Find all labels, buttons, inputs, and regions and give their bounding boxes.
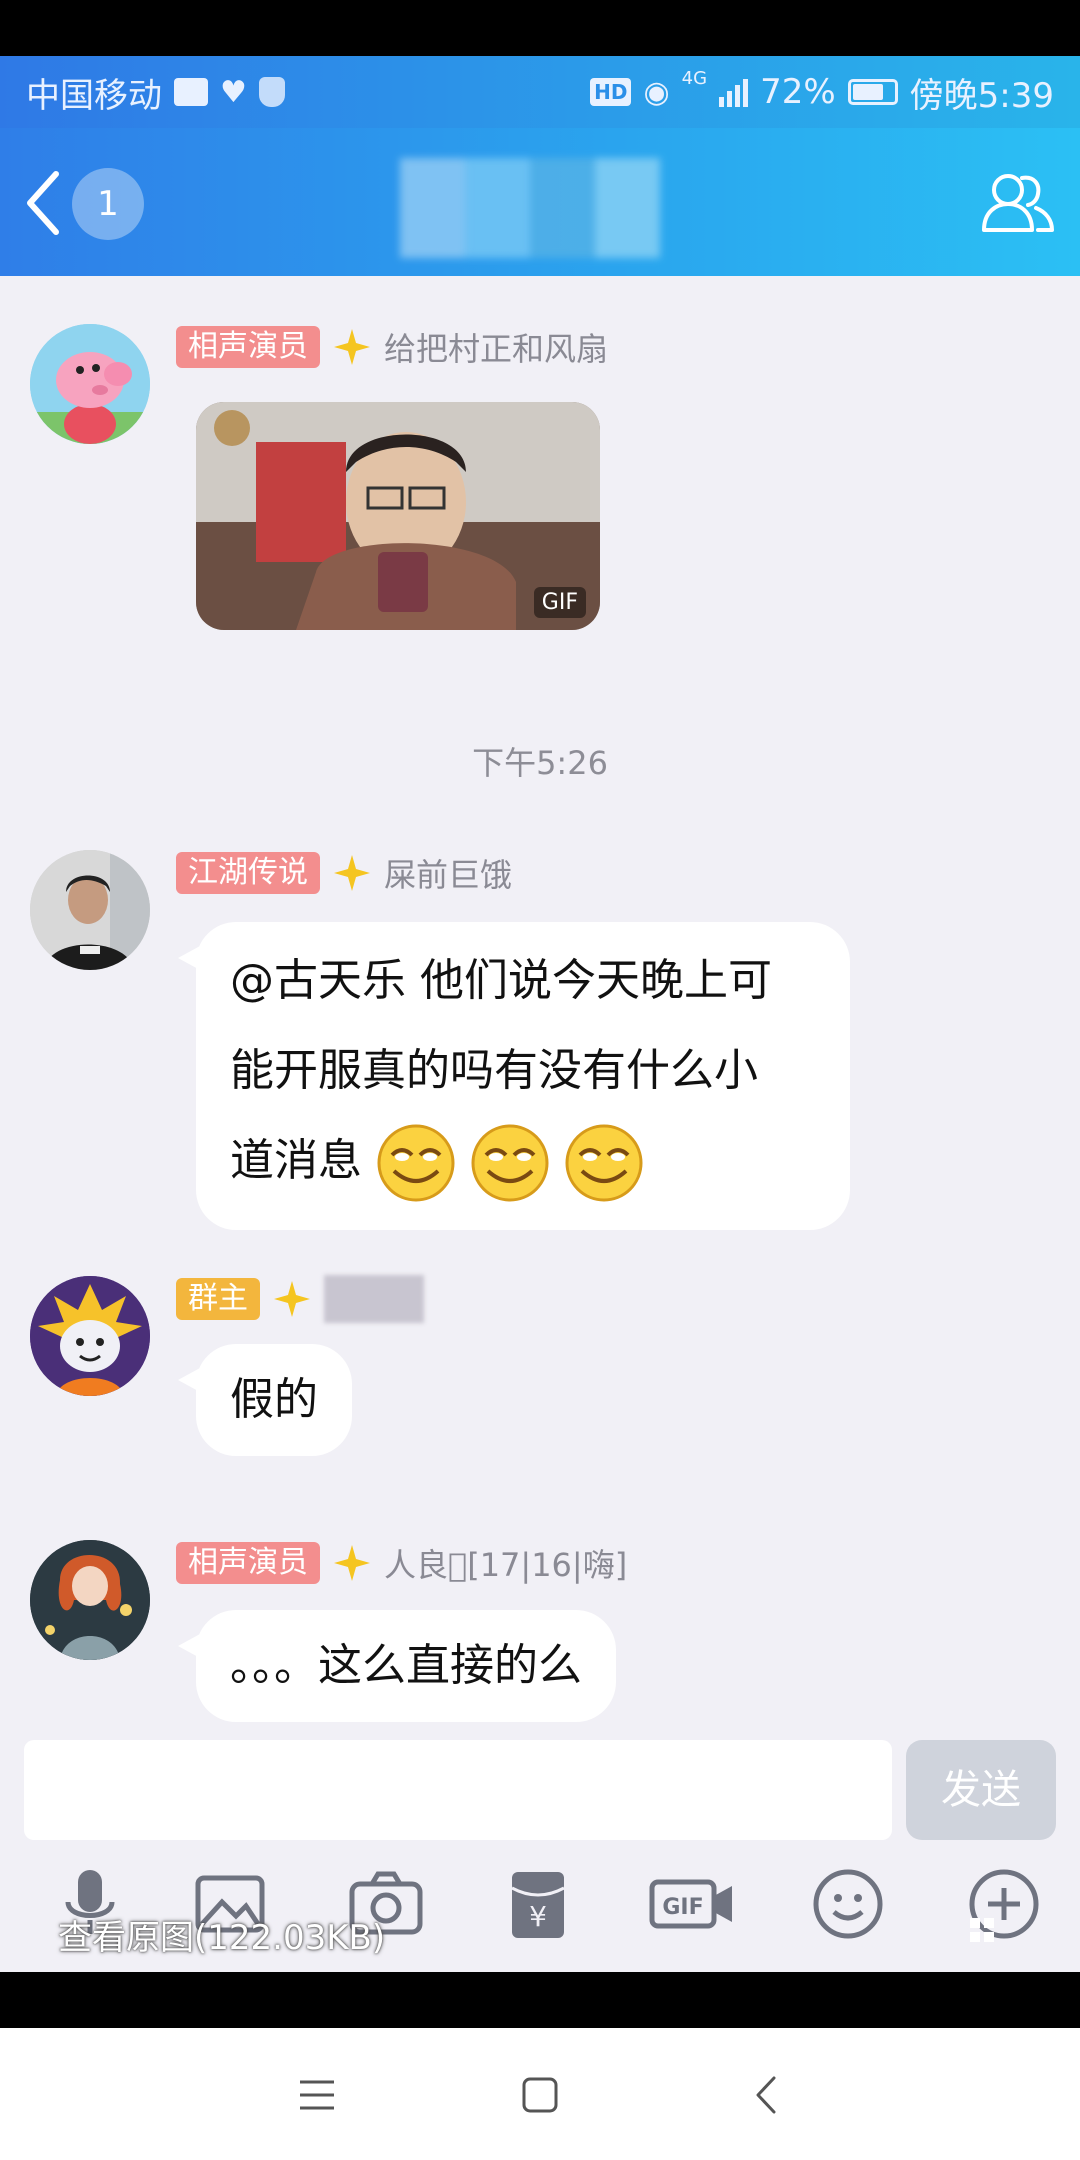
gif-icon: GIF <box>649 1879 732 1929</box>
carrier-label: 中国移动 <box>26 75 162 116</box>
group-owner-tag: 群主 <box>176 1278 260 1320</box>
network-label: 4G <box>681 67 708 89</box>
message-input[interactable] <box>24 1740 892 1840</box>
message-line: @古天乐 他们说今天晚上可 <box>230 955 772 1006</box>
system-navigation-bar <box>0 2028 1080 2160</box>
member-title-tag: 相声演员 <box>176 326 320 368</box>
message-input-row: 发送 <box>0 1740 1080 1848</box>
member-title-tag: 相声演员 <box>176 1542 320 1584</box>
text-message-bubble[interactable]: 假的 <box>178 1344 352 1456</box>
message-line: 道消息 <box>230 1135 362 1186</box>
message-meta: 相声演员 给把村正和风扇 <box>176 324 608 370</box>
avatar[interactable] <box>30 850 150 970</box>
top-black-bar <box>0 0 1080 56</box>
avatar[interactable] <box>30 324 150 444</box>
chat-title-blurred <box>400 158 660 258</box>
emoji-button[interactable] <box>806 1862 890 1946</box>
gif-button[interactable]: GIF <box>648 1862 738 1946</box>
message-line: 假的 <box>230 1374 318 1425</box>
level-star-icon <box>334 855 370 891</box>
level-star-icon <box>274 1281 310 1317</box>
man-avatar-image <box>30 850 150 970</box>
emoji-icon <box>813 1869 883 1939</box>
chevron-left-icon <box>27 171 59 235</box>
sender-nickname[interactable]: 人良 [17|16|嗨] <box>384 1540 627 1586</box>
eye-icon: ◉ <box>643 74 670 110</box>
message-meta: 相声演员 人良 [17|16|嗨] <box>176 1540 627 1586</box>
home-icon[interactable] <box>515 2070 565 2120</box>
anime-avatar-image <box>30 1276 150 1396</box>
grin-emoji-icon <box>565 1124 643 1202</box>
back-button[interactable] <box>22 168 62 249</box>
back-icon[interactable] <box>742 2070 792 2120</box>
avatar[interactable] <box>30 1540 150 1660</box>
grin-emoji-icon <box>377 1124 455 1202</box>
red-packet-symbol: ¥ <box>529 1900 547 1933</box>
nickname-blurred[interactable] <box>324 1275 424 1323</box>
gif-message[interactable]: GIF <box>196 402 600 630</box>
status-bar: 中国移动 ♥ HD ◉ 4G 72% 傍晚5:39 <box>0 56 1080 128</box>
text-message-bubble[interactable]: 。。。这么直接的么 <box>178 1610 616 1722</box>
message-line: 。。。这么直接的么 <box>230 1640 582 1691</box>
sender-nickname[interactable]: 给把村正和风扇 <box>384 324 608 370</box>
briefcase-icon <box>174 78 208 106</box>
send-button[interactable]: 发送 <box>906 1740 1056 1840</box>
view-original-image-link[interactable]: 查看原图(122.03KB) <box>58 1910 385 1959</box>
level-star-icon <box>334 1545 370 1581</box>
chat-header: 1 <box>0 128 1080 276</box>
peppa-avatar-image <box>30 324 150 444</box>
red-packet-icon: ¥ <box>511 1872 565 1938</box>
member-title-tag: 江湖传说 <box>176 852 320 894</box>
gif-badge: GIF <box>533 587 586 618</box>
red-packet-button[interactable]: ¥ <box>496 1862 580 1946</box>
chat-message-list[interactable]: 相声演员 给把村正和风扇 GIF 下午5:26 江湖传说 屎前巨饿 @古天乐 他… <box>0 276 1080 1740</box>
heart-icon: ♥ <box>220 74 247 110</box>
avatar[interactable] <box>30 1276 150 1396</box>
black-band <box>0 1972 1080 2028</box>
sender-nickname[interactable]: 屎前巨饿 <box>384 850 512 896</box>
message-line: 能开服真的吗有没有什么小 <box>230 1045 758 1096</box>
message-meta: 群主 <box>176 1275 424 1323</box>
group-members-icon[interactable] <box>980 170 1056 236</box>
grin-emoji-icon <box>471 1124 549 1202</box>
signal-icon <box>719 77 749 107</box>
shield-icon <box>258 77 285 107</box>
battery-icon <box>847 79 898 105</box>
message-meta: 江湖传说 屎前巨饿 <box>176 850 512 896</box>
gif-icon-label: GIF <box>662 1895 703 1920</box>
message-line-with-emoji: 道消息 <box>230 1116 816 1206</box>
plus-icon <box>969 1869 1039 1942</box>
girl-avatar-image <box>30 1540 150 1660</box>
clock: 傍晚5:39 <box>909 75 1054 116</box>
level-star-icon <box>334 329 370 365</box>
more-button[interactable] <box>962 1862 1046 1946</box>
hd-icon: HD <box>590 78 632 106</box>
battery-percent: 72% <box>760 72 836 112</box>
text-message-bubble[interactable]: @古天乐 他们说今天晚上可 能开服真的吗有没有什么小 道消息 <box>178 922 850 1230</box>
message-timestamp: 下午5:26 <box>472 744 608 782</box>
unread-badge[interactable]: 1 <box>72 168 144 240</box>
menu-icon[interactable] <box>292 2070 342 2120</box>
